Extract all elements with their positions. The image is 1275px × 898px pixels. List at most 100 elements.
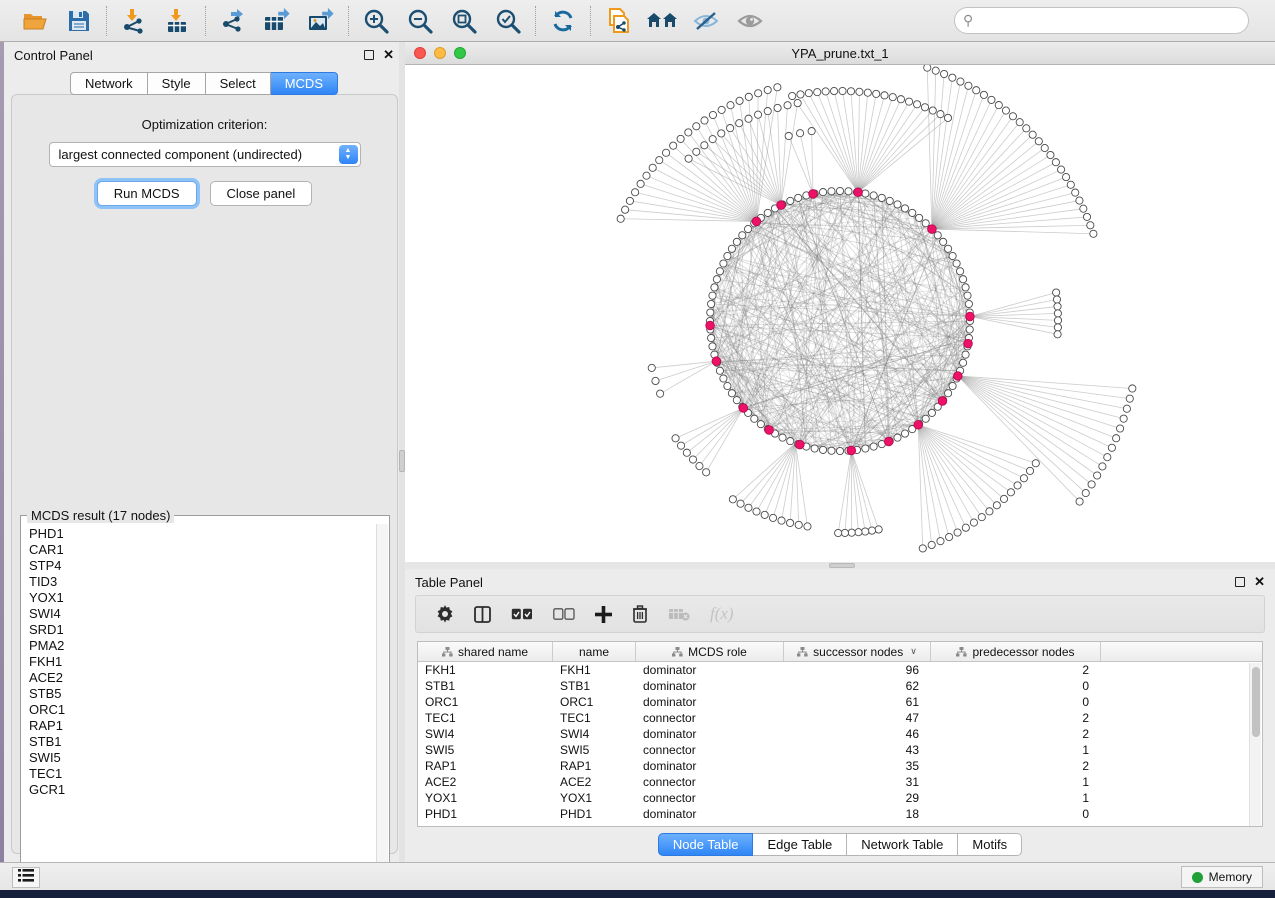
mcds-result-item[interactable]: TEC1 [29, 766, 377, 782]
table-scrollbar[interactable] [1249, 663, 1261, 826]
tab-node-table[interactable]: Node Table [658, 833, 754, 856]
network-node[interactable] [847, 88, 854, 95]
network-node[interactable] [960, 359, 967, 366]
network-node[interactable] [962, 524, 969, 531]
hide-selected-button[interactable] [691, 6, 721, 36]
network-node[interactable] [949, 252, 956, 259]
network-node[interactable] [1014, 482, 1021, 489]
network-node[interactable] [622, 206, 629, 213]
network-node[interactable] [819, 189, 826, 196]
network-node[interactable] [856, 88, 863, 95]
network-node[interactable] [785, 132, 792, 139]
export-image-button[interactable] [306, 6, 336, 36]
add-column-button[interactable] [595, 606, 612, 623]
network-node[interactable] [924, 65, 931, 71]
network-node[interactable] [894, 434, 901, 441]
network-node[interactable] [739, 232, 746, 239]
zoom-selected-button[interactable] [493, 6, 523, 36]
network-node[interactable] [966, 326, 973, 333]
network-node[interactable] [901, 205, 908, 212]
network-node[interactable] [855, 529, 862, 536]
mcds-dominator-node[interactable] [884, 437, 893, 446]
network-node[interactable] [944, 390, 951, 397]
network-node[interactable] [986, 508, 993, 515]
network-node[interactable] [649, 164, 656, 171]
network-node[interactable] [928, 409, 935, 416]
network-node[interactable] [944, 114, 951, 121]
network-node[interactable] [881, 92, 888, 99]
column-header-shared-name[interactable]: shared name [418, 642, 553, 661]
network-graph-canvas[interactable] [405, 65, 1275, 562]
network-node[interactable] [836, 447, 843, 454]
network-node[interactable] [905, 98, 912, 105]
network-node[interactable] [1087, 222, 1094, 229]
network-node[interactable] [830, 87, 837, 94]
mcds-result-item[interactable]: STB1 [29, 734, 377, 750]
network-node[interactable] [957, 268, 964, 275]
network-node[interactable] [643, 172, 650, 179]
network-node[interactable] [862, 445, 869, 452]
network-node[interactable] [718, 106, 725, 113]
network-node[interactable] [845, 188, 852, 195]
tab-motifs[interactable]: Motifs [958, 833, 1022, 856]
network-node[interactable] [808, 128, 815, 135]
mcds-dominator-node[interactable] [712, 357, 721, 366]
network-node[interactable] [1099, 463, 1106, 470]
delete-column-button[interactable] [632, 605, 648, 623]
network-node[interactable] [787, 438, 794, 445]
network-node[interactable] [683, 449, 690, 456]
network-node[interactable] [937, 110, 944, 117]
network-node[interactable] [970, 519, 977, 526]
network-node[interactable] [949, 382, 956, 389]
network-node[interactable] [929, 107, 936, 114]
network-node[interactable] [1041, 144, 1048, 151]
network-node[interactable] [797, 91, 804, 98]
network-node[interactable] [862, 190, 869, 197]
network-node[interactable] [922, 220, 929, 227]
new-network-from-selection-button[interactable] [603, 6, 633, 36]
column-header-successor-nodes[interactable]: successor nodes∨ [784, 642, 931, 661]
mcds-result-item[interactable]: STP4 [29, 558, 377, 574]
table-row[interactable]: RAP1RAP1dominator352 [418, 758, 1262, 774]
tab-mcds[interactable]: MCDS [271, 72, 338, 95]
mcds-dominator-node[interactable] [796, 440, 805, 449]
network-node[interactable] [978, 514, 985, 521]
show-columns-button[interactable] [474, 606, 491, 623]
show-all-button[interactable] [735, 6, 765, 36]
network-node[interactable] [1094, 472, 1101, 479]
network-node[interactable] [901, 430, 908, 437]
float-panel-icon[interactable] [364, 50, 374, 60]
mcds-dominator-node[interactable] [847, 446, 856, 455]
network-node[interactable] [954, 529, 961, 536]
import-network-button[interactable] [119, 6, 149, 36]
column-header-predecessor-nodes[interactable]: predecessor nodes [931, 642, 1101, 661]
tab-select[interactable]: Select [206, 72, 271, 95]
network-node[interactable] [940, 238, 947, 245]
mcds-result-item[interactable]: CAR1 [29, 542, 377, 558]
network-node[interactable] [814, 89, 821, 96]
mcds-dominator-node[interactable] [739, 404, 748, 413]
mcds-result-item[interactable]: PHD1 [29, 526, 377, 542]
network-node[interactable] [729, 496, 736, 503]
mcds-dominator-node[interactable] [938, 397, 947, 406]
table-row[interactable]: SWI4SWI4dominator462 [418, 726, 1262, 742]
table-row[interactable]: STB1STB1dominator620 [418, 678, 1262, 694]
network-node[interactable] [720, 375, 727, 382]
network-node[interactable] [1026, 467, 1033, 474]
network-node[interactable] [940, 70, 947, 77]
network-node[interactable] [1053, 296, 1060, 303]
network-node[interactable] [873, 90, 880, 97]
network-node[interactable] [685, 155, 692, 162]
network-node[interactable] [774, 104, 781, 111]
network-node[interactable] [973, 87, 980, 94]
network-node[interactable] [795, 521, 802, 528]
network-node[interactable] [736, 97, 743, 104]
network-node[interactable] [960, 276, 967, 283]
network-node[interactable] [701, 117, 708, 124]
network-node[interactable] [897, 96, 904, 103]
table-row[interactable]: ORC1ORC1dominator610 [418, 694, 1262, 710]
network-node[interactable] [754, 111, 761, 118]
network-node[interactable] [677, 135, 684, 142]
network-node[interactable] [1053, 289, 1060, 296]
network-node[interactable] [737, 500, 744, 507]
